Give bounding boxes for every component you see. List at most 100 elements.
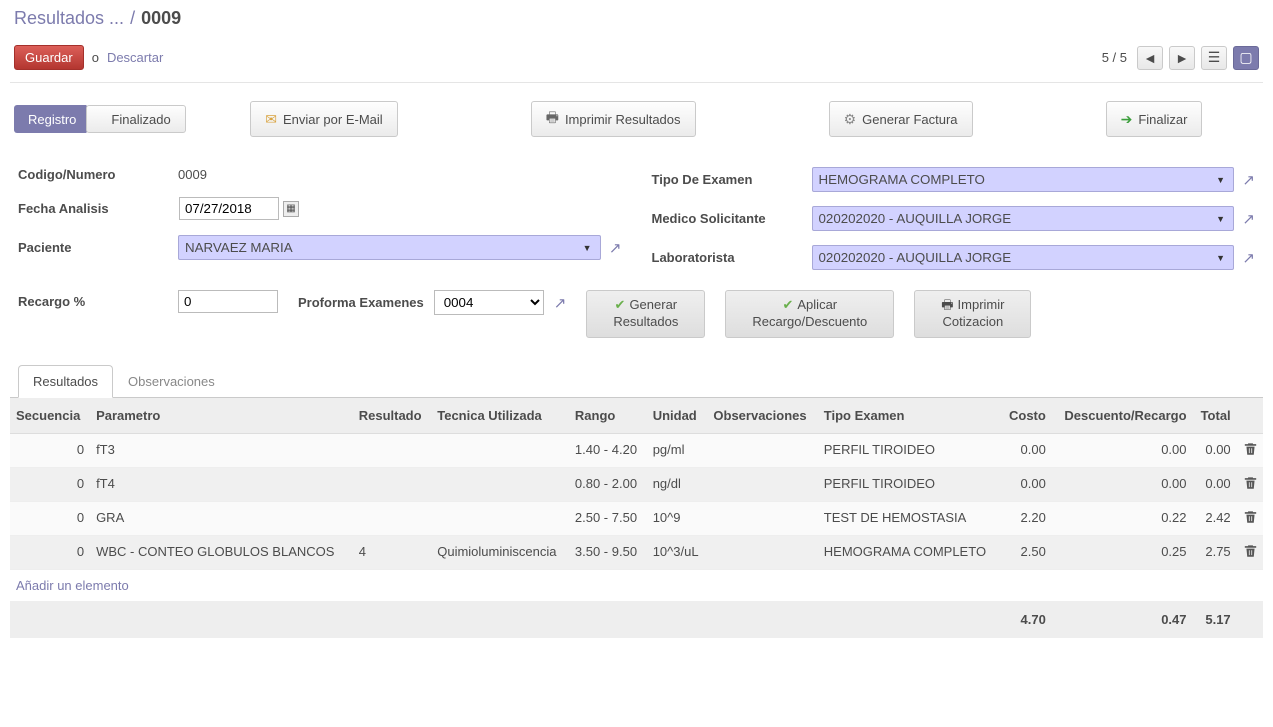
external-link-icon[interactable]: ↗ xyxy=(609,239,622,257)
trash-icon[interactable] xyxy=(1244,478,1257,493)
col-descuento[interactable]: Descuento/Recargo xyxy=(1052,398,1193,434)
breadcrumb: Resultados ... / 0009 xyxy=(10,0,1263,41)
cell-resultado xyxy=(353,467,432,501)
cell-tecnica xyxy=(431,433,569,467)
cell-tecnica xyxy=(431,501,569,535)
or-text: o xyxy=(92,50,99,65)
laboratorista-label: Laboratorista xyxy=(652,250,802,265)
col-secuencia[interactable]: Secuencia xyxy=(10,398,90,434)
cell-resultado xyxy=(353,433,432,467)
col-tecnica[interactable]: Tecnica Utilizada xyxy=(431,398,569,434)
form-grid: Codigo/Numero 0009 Fecha Analisis ▦ Paci… xyxy=(10,147,1263,280)
cell-descuento: 0.00 xyxy=(1052,467,1193,501)
cell-observaciones xyxy=(707,501,817,535)
trash-icon[interactable] xyxy=(1244,512,1257,527)
cell-parametro: WBC - CONTEO GLOBULOS BLANCOS xyxy=(90,535,353,569)
invoice-button[interactable]: ⚙Generar Factura xyxy=(829,101,973,137)
table-row[interactable]: 0GRA2.50 - 7.5010^9TEST DE HEMOSTASIA2.2… xyxy=(10,501,1263,535)
pager-next-button[interactable]: ► xyxy=(1169,46,1195,70)
finalize-button[interactable]: ➔Finalizar xyxy=(1106,101,1203,137)
codigo-value: 0009 xyxy=(178,167,207,182)
tabs: Resultados Observaciones xyxy=(10,364,1263,398)
col-observaciones[interactable]: Observaciones xyxy=(707,398,817,434)
cell-unidad: 10^3/uL xyxy=(647,535,708,569)
cell-parametro: GRA xyxy=(90,501,353,535)
cell-parametro: fT4 xyxy=(90,467,353,501)
cell-total: 2.75 xyxy=(1193,535,1237,569)
print-results-button[interactable]: 🖶Imprimir Resultados xyxy=(531,101,696,137)
cell-resultado xyxy=(353,501,432,535)
col-tipo-examen[interactable]: Tipo Examen xyxy=(818,398,1001,434)
print-icon: 🖶 xyxy=(546,107,559,131)
fecha-label: Fecha Analisis xyxy=(18,201,168,216)
codigo-label: Codigo/Numero xyxy=(18,167,168,182)
aplicar-recargo-button[interactable]: ✔Aplicar Recargo/Descuento xyxy=(725,290,894,338)
pager-count: 5 / 5 xyxy=(1102,50,1127,65)
trash-icon[interactable] xyxy=(1244,444,1257,459)
cell-descuento: 0.00 xyxy=(1052,433,1193,467)
external-link-icon[interactable]: ↗ xyxy=(1242,210,1255,228)
cell-parametro: fT3 xyxy=(90,433,353,467)
cell-unidad: 10^9 xyxy=(647,501,708,535)
imprimir-cotizacion-button[interactable]: 🖶Imprimir Cotizacion xyxy=(914,290,1031,338)
col-parametro[interactable]: Parametro xyxy=(90,398,353,434)
proforma-select[interactable]: 0004 xyxy=(434,290,544,315)
cell-costo: 2.50 xyxy=(1001,535,1052,569)
view-list-button[interactable]: ☰ xyxy=(1201,46,1227,70)
cell-rango: 1.40 - 4.20 xyxy=(569,433,647,467)
cell-rango: 0.80 - 2.00 xyxy=(569,467,647,501)
footer-costo: 4.70 xyxy=(1001,601,1052,637)
tab-observaciones[interactable]: Observaciones xyxy=(113,365,230,398)
external-link-icon[interactable]: ↗ xyxy=(1242,171,1255,189)
tab-resultados[interactable]: Resultados xyxy=(18,365,113,398)
trash-icon[interactable] xyxy=(1244,546,1257,561)
fecha-input[interactable] xyxy=(179,197,279,220)
medico-select[interactable]: 020202020 - AUQUILLA JORGE xyxy=(812,206,1235,231)
recargo-label: Recargo % xyxy=(18,294,168,309)
calendar-icon[interactable]: ▦ xyxy=(283,201,299,217)
view-form-button[interactable]: ▢ xyxy=(1233,46,1259,70)
cell-resultado: 4 xyxy=(353,535,432,569)
tipo-examen-select[interactable]: HEMOGRAMA COMPLETO xyxy=(812,167,1235,192)
cell-tipo: PERFIL TIROIDEO xyxy=(818,433,1001,467)
table-row[interactable]: 0fT40.80 - 2.00ng/dlPERFIL TIROIDEO0.000… xyxy=(10,467,1263,501)
cell-rango: 3.50 - 9.50 xyxy=(569,535,647,569)
mail-icon: ✉ xyxy=(265,111,277,128)
external-link-icon[interactable]: ↗ xyxy=(1242,249,1255,267)
medico-label: Medico Solicitante xyxy=(652,211,802,226)
gear-icon: ⚙ xyxy=(844,111,857,128)
action-bar: Guardar o Descartar 5 / 5 ◄ ► ☰ ▢ xyxy=(10,41,1263,83)
cell-costo: 0.00 xyxy=(1001,467,1052,501)
cell-descuento: 0.25 xyxy=(1052,535,1193,569)
cell-unidad: ng/dl xyxy=(647,467,708,501)
table-row[interactable]: 0fT31.40 - 4.20pg/mlPERFIL TIROIDEO0.000… xyxy=(10,433,1263,467)
cell-secuencia: 0 xyxy=(10,501,90,535)
col-rango[interactable]: Rango xyxy=(569,398,647,434)
col-unidad[interactable]: Unidad xyxy=(647,398,708,434)
cell-tecnica: Quimioluminiscencia xyxy=(431,535,569,569)
add-line-link[interactable]: Añadir un elemento xyxy=(10,569,1263,601)
cell-rango: 2.50 - 7.50 xyxy=(569,501,647,535)
footer-descuento: 0.47 xyxy=(1052,601,1193,637)
cell-total: 2.42 xyxy=(1193,501,1237,535)
discard-link[interactable]: Descartar xyxy=(107,50,163,65)
table-row[interactable]: 0WBC - CONTEO GLOBULOS BLANCOS4Quimiolum… xyxy=(10,535,1263,569)
email-button[interactable]: ✉Enviar por E-Mail xyxy=(250,101,397,137)
status-registro[interactable]: Registro xyxy=(14,105,86,133)
breadcrumb-root[interactable]: Resultados ... xyxy=(14,8,124,29)
cell-observaciones xyxy=(707,467,817,501)
col-resultado[interactable]: Resultado xyxy=(353,398,432,434)
paciente-select[interactable]: NARVAEZ MARIA xyxy=(178,235,601,260)
col-total[interactable]: Total xyxy=(1193,398,1237,434)
cell-descuento: 0.22 xyxy=(1052,501,1193,535)
pager-prev-button[interactable]: ◄ xyxy=(1137,46,1163,70)
generar-resultados-button[interactable]: ✔Generar Resultados xyxy=(586,290,705,338)
save-button[interactable]: Guardar xyxy=(14,45,84,70)
recargo-input[interactable] xyxy=(178,290,278,313)
external-link-icon[interactable]: ↗ xyxy=(554,294,567,312)
check-icon: ✔ xyxy=(615,297,626,314)
col-costo[interactable]: Costo xyxy=(1001,398,1052,434)
cell-costo: 0.00 xyxy=(1001,433,1052,467)
laboratorista-select[interactable]: 020202020 - AUQUILLA JORGE xyxy=(812,245,1235,270)
status-finalizado[interactable]: Finalizado xyxy=(86,105,185,133)
